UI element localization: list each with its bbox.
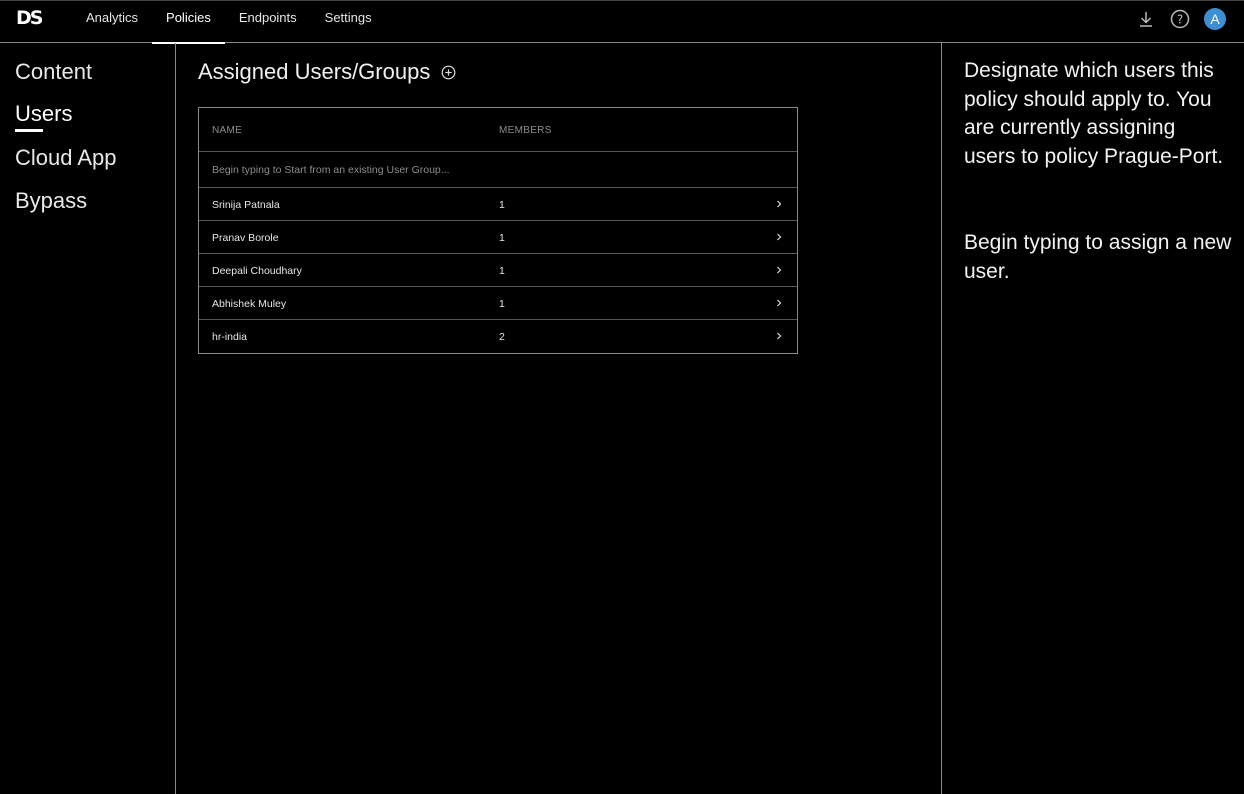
nav-tab-settings[interactable]: Settings: [311, 1, 386, 43]
page-title: Assigned Users/Groups: [198, 59, 431, 84]
row-name: Deepali Choudhary: [212, 265, 302, 277]
table-row[interactable]: Pranav Borole 1: [199, 221, 797, 254]
sidebar-item-users[interactable]: Users: [15, 101, 73, 132]
sidebar: Content Users Cloud App Bypass: [0, 43, 176, 794]
sidebar-item-bypass[interactable]: Bypass: [15, 188, 87, 214]
sidebar-item-label: Content: [15, 59, 93, 84]
nav-tab-analytics[interactable]: Analytics: [72, 1, 152, 43]
row-members: 1: [499, 199, 505, 211]
help-description: Designate which users this policy should…: [964, 59, 1224, 168]
table-header: NAME MEMBERS: [199, 108, 797, 152]
title-row: Assigned Users/Groups: [198, 59, 456, 85]
add-circle-icon[interactable]: [440, 64, 456, 80]
column-header-members[interactable]: MEMBERS: [499, 125, 552, 136]
help-hint: Begin typing to assign a new user.: [964, 231, 1232, 283]
user-group-search-input[interactable]: [212, 162, 512, 178]
row-members: 2: [499, 331, 505, 343]
sidebar-item-content[interactable]: Content: [15, 59, 92, 85]
row-name: hr-india: [212, 331, 248, 343]
chevron-right-icon[interactable]: [775, 298, 783, 308]
help-panel: Designate which users this policy should…: [941, 43, 1244, 794]
row-members: 1: [499, 298, 505, 310]
row-name: Pranav Borole: [212, 232, 279, 244]
chevron-right-icon[interactable]: [775, 265, 783, 275]
chevron-right-icon[interactable]: [775, 331, 783, 341]
row-name: Abhishek Muley: [212, 298, 287, 310]
sidebar-item-label: Bypass: [15, 188, 88, 213]
top-icons: ? A: [1136, 8, 1226, 30]
sidebar-item-label: Users: [15, 101, 73, 126]
nav-tab-policies[interactable]: Policies: [152, 1, 225, 44]
search-row: [199, 152, 797, 188]
row-members: 1: [499, 232, 505, 244]
table-row[interactable]: Abhishek Muley 1: [199, 287, 797, 320]
table-row[interactable]: Srinija Patnala 1: [199, 188, 797, 221]
column-header-name[interactable]: NAME: [212, 125, 242, 136]
brand-logo[interactable]: DS: [16, 7, 44, 29]
row-name: Srinija Patnala: [212, 199, 280, 211]
table-row[interactable]: Deepali Choudhary 1: [199, 254, 797, 287]
table-row[interactable]: hr-india 2: [199, 320, 797, 353]
user-avatar[interactable]: A: [1204, 8, 1226, 30]
download-icon[interactable]: [1136, 9, 1156, 29]
sidebar-item-cloud-app[interactable]: Cloud App: [15, 145, 117, 171]
nav-tab-endpoints[interactable]: Endpoints: [225, 1, 311, 43]
assigned-users-table: NAME MEMBERS Srinija Patnala 1 Pranav Bo…: [198, 107, 798, 354]
help-icon[interactable]: ?: [1170, 9, 1190, 29]
main-panel: Assigned Users/Groups NAME MEMBERS Srini…: [177, 43, 941, 794]
sidebar-item-label: Cloud App: [15, 145, 117, 170]
active-indicator: [15, 129, 43, 132]
chevron-right-icon[interactable]: [775, 232, 783, 242]
svg-text:?: ?: [1177, 13, 1183, 27]
chevron-right-icon[interactable]: [775, 199, 783, 209]
top-nav: Analytics Policies Endpoints Settings: [72, 1, 386, 44]
top-bar: DS Analytics Policies Endpoints Settings…: [0, 0, 1244, 44]
row-members: 1: [499, 265, 505, 277]
